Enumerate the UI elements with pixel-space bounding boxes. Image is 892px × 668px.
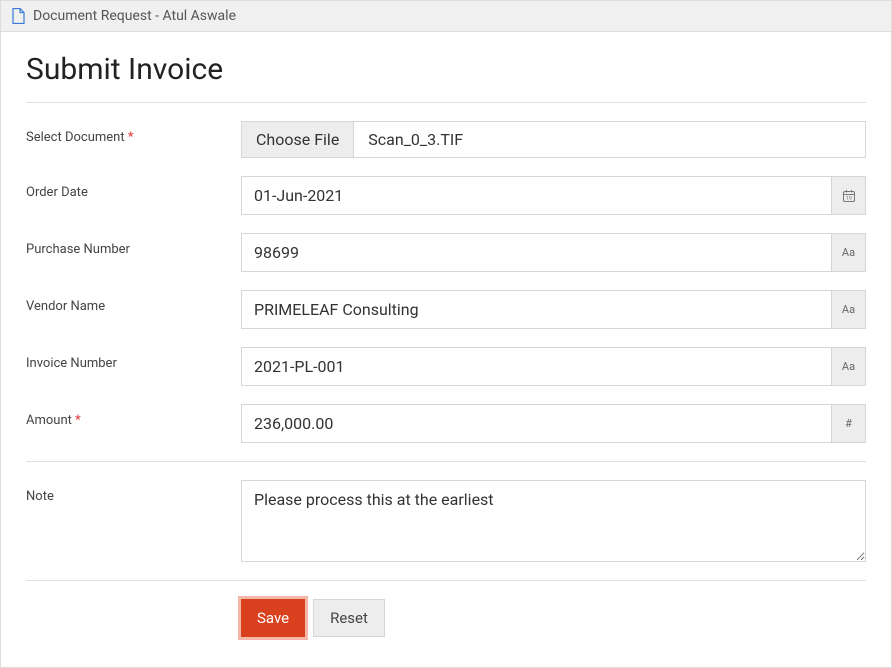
file-input[interactable]: Choose File Scan_0_3.TIF xyxy=(241,121,866,158)
amount-input[interactable] xyxy=(241,404,832,443)
vendor-name-input[interactable] xyxy=(241,290,832,329)
row-purchase-number: Purchase Number Aa xyxy=(26,233,866,272)
row-select-document: Select Document * Choose File Scan_0_3.T… xyxy=(26,121,866,158)
divider xyxy=(26,102,866,103)
label-select-document: Select Document * xyxy=(26,121,241,145)
label-amount: Amount * xyxy=(26,404,241,428)
calendar-icon[interactable]: 19 xyxy=(832,176,866,215)
text-type-icon: Aa xyxy=(832,347,866,386)
content-area: Submit Invoice Select Document * Choose … xyxy=(1,32,891,667)
text-type-icon: Aa xyxy=(832,290,866,329)
save-button[interactable]: Save xyxy=(241,599,305,637)
selected-filename: Scan_0_3.TIF xyxy=(354,122,477,157)
form-container: Document Request - Atul Aswale Submit In… xyxy=(0,0,892,668)
invoice-number-input[interactable] xyxy=(241,347,832,386)
divider xyxy=(26,461,866,462)
label-invoice-number: Invoice Number xyxy=(26,347,241,371)
button-row: Save Reset xyxy=(241,599,866,637)
order-date-input[interactable] xyxy=(241,176,832,215)
document-icon xyxy=(11,8,25,24)
label-note: Note xyxy=(26,480,241,504)
row-invoice-number: Invoice Number Aa xyxy=(26,347,866,386)
header-title: Document Request - Atul Aswale xyxy=(33,8,236,24)
reset-button[interactable]: Reset xyxy=(313,599,385,637)
purchase-number-input[interactable] xyxy=(241,233,832,272)
label-vendor-name: Vendor Name xyxy=(26,290,241,314)
row-note: Note xyxy=(26,480,866,562)
row-amount: Amount * # xyxy=(26,404,866,443)
text-type-icon: Aa xyxy=(832,233,866,272)
choose-file-button[interactable]: Choose File xyxy=(242,122,354,157)
header-bar: Document Request - Atul Aswale xyxy=(1,1,891,32)
label-purchase-number: Purchase Number xyxy=(26,233,241,257)
row-order-date: Order Date 19 xyxy=(26,176,866,215)
divider xyxy=(26,580,866,581)
row-vendor-name: Vendor Name Aa xyxy=(26,290,866,329)
note-textarea[interactable] xyxy=(241,480,866,562)
number-type-icon: # xyxy=(832,404,866,443)
label-order-date: Order Date xyxy=(26,176,241,200)
page-title: Submit Invoice xyxy=(26,52,866,87)
svg-text:19: 19 xyxy=(846,196,852,202)
